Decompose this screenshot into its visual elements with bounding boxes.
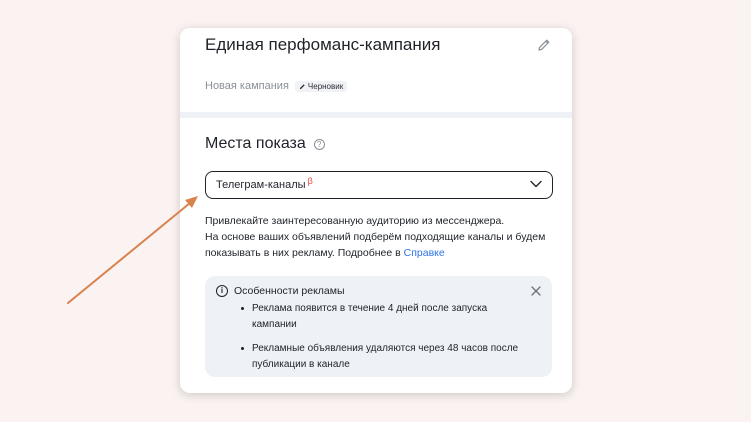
placements-heading: Места показа ? [205, 135, 325, 153]
placement-select[interactable]: Телеграм-каналы β [205, 171, 553, 199]
notice-title: Особенности рекламы [234, 285, 345, 297]
help-link[interactable]: Справке [404, 247, 445, 259]
placements-title: Места показа [205, 135, 306, 152]
description-line-1: Привлекайте заинтересованную аудиторию и… [205, 215, 505, 227]
campaign-type: Новая кампания [205, 80, 289, 92]
campaign-title: Единая перфоманс-кампания [205, 35, 441, 54]
notice-list: Реклама появится в течение 4 дней после … [240, 301, 530, 381]
notice-header: i Особенности рекламы [216, 285, 345, 297]
placement-select-value: Телеграм-каналы [216, 179, 306, 191]
status-badge-label: Черновик [307, 81, 344, 91]
placement-description: Привлекайте заинтересованную аудиторию и… [205, 213, 555, 261]
chevron-down-icon [530, 180, 542, 188]
notice-item: Рекламные объявления удаляются через 48 … [240, 341, 530, 372]
status-badge: Черновик [294, 80, 348, 92]
campaign-subline: Новая кампания Черновик [205, 80, 348, 92]
close-icon[interactable] [531, 286, 541, 296]
info-icon: i [216, 285, 228, 297]
pencil-icon[interactable] [536, 37, 552, 53]
campaign-panel: Единая перфоманс-кампания Новая кампания… [180, 28, 572, 393]
campaign-header-card: Единая перфоманс-кампания Новая кампания… [180, 28, 572, 112]
ad-features-notice: i Особенности рекламы Реклама появится в… [205, 276, 552, 377]
section-divider [180, 112, 572, 118]
question-circle-icon[interactable]: ? [313, 138, 325, 150]
description-line-2: На основе ваших объявлений подберём подх… [205, 229, 555, 261]
description-text: На основе ваших объявлений подберём подх… [205, 231, 546, 259]
notice-item: Реклама появится в течение 4 дней после … [240, 301, 530, 332]
beta-badge: β [307, 176, 313, 186]
pencil-icon [299, 83, 305, 89]
